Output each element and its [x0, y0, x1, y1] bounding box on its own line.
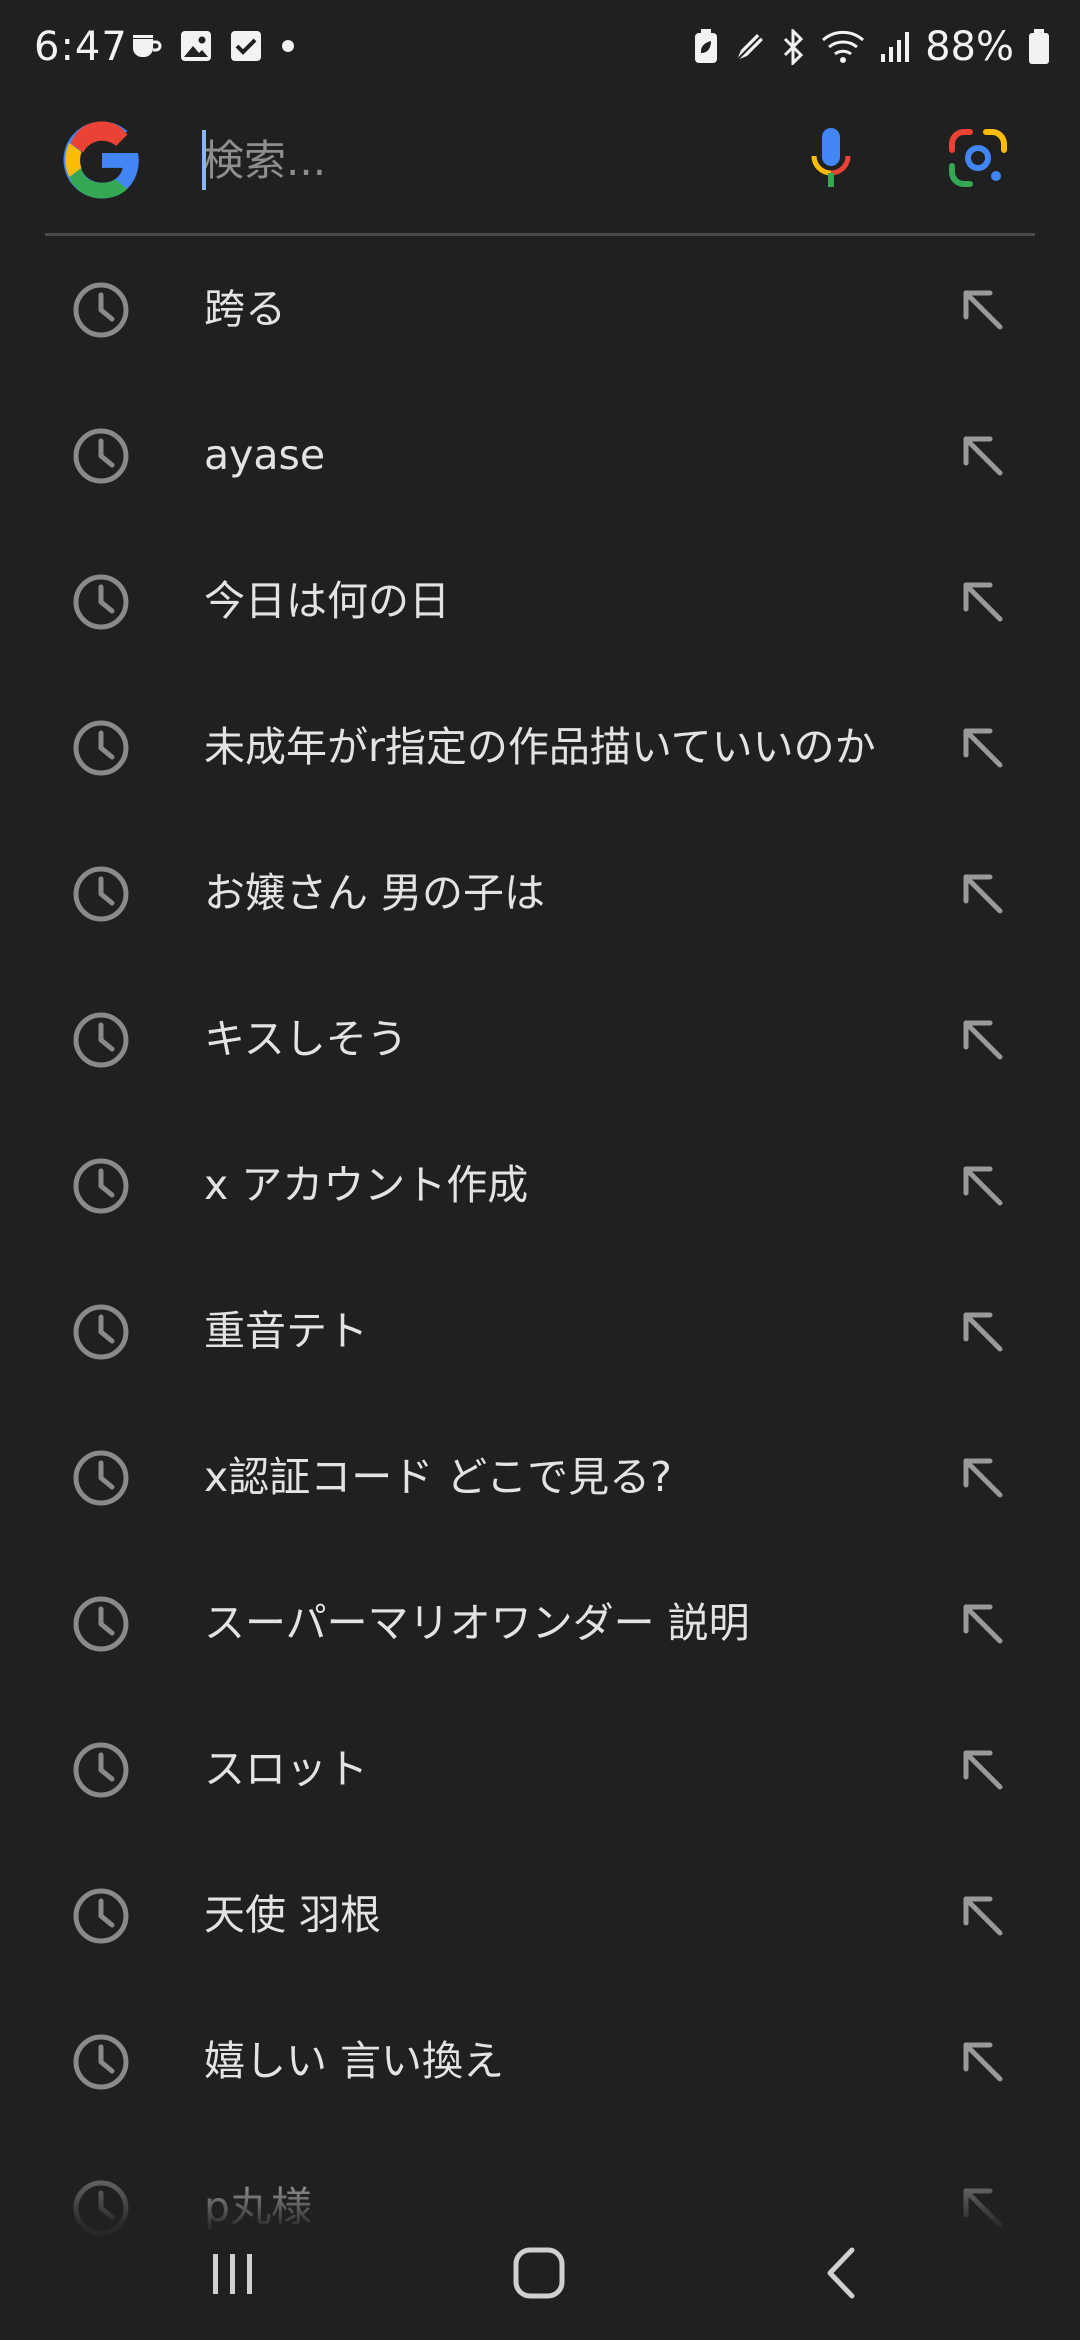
wifi-icon: [822, 30, 865, 63]
search-divider: [45, 233, 1035, 236]
history-item-label: 未成年がr指定の作品描いていいのか: [204, 723, 876, 771]
dot-icon: [282, 40, 294, 52]
fill-query-arrow-icon[interactable]: [956, 1013, 1008, 1065]
fill-query-arrow-icon[interactable]: [956, 1889, 1008, 1941]
coffee-icon: [133, 35, 162, 57]
battery-percent: 88%: [925, 24, 1014, 70]
history-item[interactable]: 重音テト: [0, 1259, 1080, 1405]
history-clock-icon: [73, 1304, 129, 1360]
checkbox-icon: [231, 31, 261, 61]
fill-query-arrow-icon[interactable]: [956, 1305, 1008, 1357]
signal-icon: [881, 32, 910, 62]
fill-query-arrow-icon[interactable]: [956, 283, 1008, 335]
screen: 6:47 88% 検索... 跨る ayase 今日は何の日 未成年がr指定の作…: [0, 0, 1080, 2340]
history-item[interactable]: スロット: [0, 1697, 1080, 1843]
google-logo[interactable]: [60, 118, 144, 202]
text-cursor: [202, 130, 206, 190]
history-item[interactable]: キスしそう: [0, 967, 1080, 1113]
notification-icons: [130, 30, 296, 62]
fill-query-arrow-icon[interactable]: [956, 575, 1008, 627]
history-clock-icon: [73, 282, 129, 338]
history-clock-icon: [73, 1012, 129, 1068]
history-clock-icon: [73, 1742, 129, 1798]
history-item[interactable]: 跨る: [0, 237, 1080, 383]
history-item-label: x アカウント作成: [204, 1161, 529, 1209]
battery-saver-icon: [695, 29, 718, 63]
search-history-list: 跨る ayase 今日は何の日未成年がr指定の作品描いていいのか お嬢さん 男の子はキ…: [0, 237, 1080, 2340]
status-bar: 6:47 88%: [0, 0, 1080, 100]
history-clock-icon: [73, 1158, 129, 1214]
microphone-icon[interactable]: [806, 122, 856, 202]
history-item[interactable]: スーパーマリオワンダー 説明: [0, 1551, 1080, 1697]
history-item[interactable]: x認証コード どこで見る?: [0, 1405, 1080, 1551]
fill-query-arrow-icon[interactable]: [956, 721, 1008, 773]
fill-query-arrow-icon[interactable]: [956, 1743, 1008, 1795]
history-item[interactable]: 今日は何の日: [0, 529, 1080, 675]
history-item[interactable]: x アカウント作成: [0, 1113, 1080, 1259]
history-item-label: 天使 羽根: [204, 1891, 382, 1939]
search-bar: [0, 100, 1080, 235]
history-item-label: スーパーマリオワンダー 説明: [204, 1599, 750, 1647]
history-clock-icon: [73, 1888, 129, 1944]
history-clock-icon: [73, 2034, 129, 2090]
fill-query-arrow-icon[interactable]: [956, 1597, 1008, 1649]
fill-query-arrow-icon[interactable]: [956, 2035, 1008, 2087]
image-icon: [181, 31, 211, 61]
google-lens-icon[interactable]: [948, 128, 1008, 188]
history-item-label: 今日は何の日: [204, 577, 450, 625]
fill-query-arrow-icon[interactable]: [956, 867, 1008, 919]
history-item-label: 嬉しい 言い換え: [204, 2037, 505, 2085]
home-icon[interactable]: [510, 2244, 568, 2302]
history-clock-icon: [73, 866, 129, 922]
history-item-label: 重音テト: [204, 1307, 368, 1355]
history-clock-icon: [73, 720, 129, 776]
recent-apps-icon[interactable]: [205, 2246, 261, 2302]
navigation-bar: [0, 2220, 1080, 2340]
history-item[interactable]: 嬉しい 言い換え: [0, 1989, 1080, 2135]
history-item-label: 跨る: [204, 285, 286, 333]
history-clock-icon: [73, 1450, 129, 1506]
pen-icon: [734, 31, 766, 63]
history-item-label: x認証コード どこで見る?: [204, 1453, 672, 1501]
history-item[interactable]: お嬢さん 男の子は: [0, 821, 1080, 967]
history-clock-icon: [73, 574, 129, 630]
status-time: 6:47: [34, 24, 128, 70]
history-item[interactable]: 未成年がr指定の作品描いていいのか: [0, 675, 1080, 821]
back-icon[interactable]: [820, 2244, 860, 2302]
history-item-label: ayase: [204, 431, 326, 479]
fill-query-arrow-icon[interactable]: [956, 429, 1008, 481]
search-input[interactable]: [202, 126, 762, 194]
history-clock-icon: [73, 1596, 129, 1652]
history-item-label: キスしそう: [204, 1015, 408, 1063]
history-item[interactable]: 天使 羽根: [0, 1843, 1080, 1989]
history-item-label: お嬢さん 男の子は: [204, 869, 546, 917]
history-item[interactable]: ayase: [0, 383, 1080, 529]
battery-icon: [1029, 29, 1049, 64]
history-item-label: スロット: [204, 1745, 368, 1793]
bluetooth-icon: [784, 29, 804, 65]
fill-query-arrow-icon[interactable]: [956, 1451, 1008, 1503]
system-icons: 88%: [693, 24, 1050, 70]
fill-query-arrow-icon[interactable]: [956, 1159, 1008, 1211]
history-clock-icon: [73, 428, 129, 484]
